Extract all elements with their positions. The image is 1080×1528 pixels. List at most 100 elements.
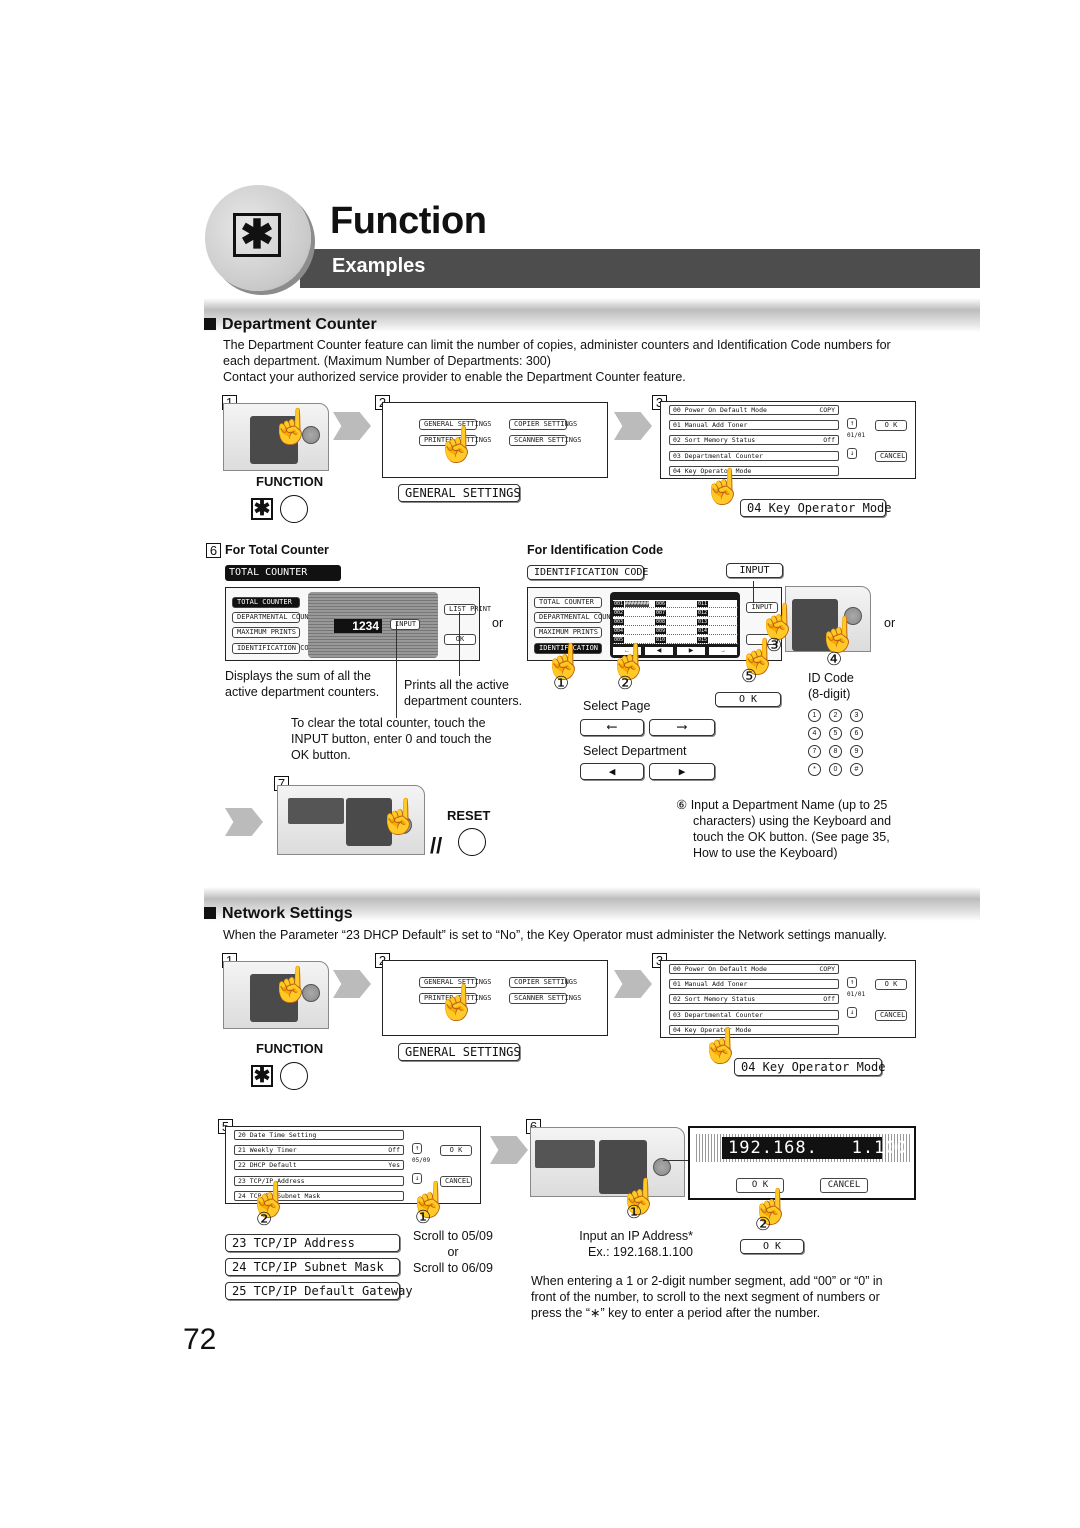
note-line: active department counters. [225, 685, 380, 699]
list-row[interactable]: 00 Power On Default Mode COPY [669, 964, 839, 974]
function-key-label: FUNCTION [256, 1041, 324, 1056]
copier-settings-button[interactable]: COPIER SETTINGS [509, 977, 577, 988]
or-label: or [884, 616, 896, 630]
menu-maximum-prints[interactable]: MAXIMUM PRINTS [534, 627, 602, 638]
list-row[interactable]: 04 Key Operator Mode [669, 1025, 839, 1035]
input-button[interactable]: INPUT [390, 619, 420, 630]
intro-line: each department. (Maximum Number of Depa… [223, 354, 551, 368]
row-value: Off [823, 436, 835, 444]
row-value: COPY [819, 965, 835, 973]
scroll-down-button[interactable]: ↓ [847, 448, 858, 459]
dial-key: 1 [808, 709, 821, 722]
scanner-settings-button[interactable]: SCANNER SETTINGS [509, 435, 581, 446]
list-row[interactable]: 03 Departmental Counter [669, 1010, 839, 1020]
marker-6: ⑥ [676, 798, 688, 812]
function-button[interactable] [280, 1062, 308, 1090]
list-print-button[interactable]: LIST PRINT [444, 604, 491, 615]
dept-back-arrow-button[interactable]: ◀ [580, 763, 644, 780]
row-label: 20 Date Time Setting [238, 1131, 317, 1139]
pointing-hand-icon: ☝ [270, 408, 313, 446]
ok-button[interactable]: O K [440, 1145, 472, 1156]
intro-line: The Department Counter feature can limit… [223, 338, 891, 352]
list-row[interactable]: 20 Date Time Setting [234, 1130, 404, 1140]
code-cell[interactable]: 011 [697, 600, 738, 608]
code-cell[interactable]: 013 [697, 618, 738, 626]
function-button[interactable] [280, 495, 308, 523]
cancel-button[interactable]: CANCEL [820, 1178, 868, 1193]
menu-maximum-prints[interactable]: MAXIMUM PRINTS [232, 627, 300, 638]
key-operator-mode-callout: 04 Key Operator Mode [740, 499, 892, 517]
scanner-settings-button[interactable]: SCANNER SETTINGS [509, 993, 581, 1004]
pointing-hand-icon: ☝ [757, 603, 800, 641]
scroll-line: Scroll to 05/09 [413, 1229, 493, 1243]
scroll-up-button[interactable]: ↑ [412, 1143, 423, 1154]
row-label: 03 Departmental Counter [673, 1011, 764, 1019]
ok-button[interactable]: O K [875, 979, 907, 990]
page-indicator: 01/01 [847, 432, 866, 439]
code-cell[interactable]: 015 [697, 636, 738, 644]
intro-paragraph: The Department Counter feature can limit… [223, 337, 973, 385]
general-settings-list-screen: 00 Power On Default Mode COPY 01 Manual A… [660, 960, 916, 1038]
list-row[interactable]: 01 Manual Add Toner [669, 979, 839, 989]
function-star-key-icon: ✱ [233, 213, 281, 257]
reset-button[interactable] [458, 828, 486, 856]
menu-departmental-counter[interactable]: DEPARTMENTAL COUNTER [232, 612, 321, 623]
menu-total-counter[interactable]: TOTAL COUNTER [232, 597, 300, 608]
general-settings-callout: GENERAL SETTINGS [398, 1043, 521, 1061]
leader-line [459, 612, 460, 676]
list-row[interactable]: 04 Key Operator Mode [669, 466, 839, 476]
code-cell[interactable]: 008 [655, 618, 696, 626]
section-title-network-settings: Network Settings [204, 905, 353, 923]
list-row[interactable]: 22 DHCP Default Yes [234, 1160, 404, 1170]
page-next-button[interactable]: → [709, 647, 737, 655]
marker-1: ① [553, 673, 570, 693]
page-back-arrow-button[interactable]: ⟵ [580, 719, 644, 736]
list-row[interactable]: 01 Manual Add Toner [669, 420, 839, 430]
reset-key-icon: // [430, 833, 443, 858]
list-row[interactable]: 02 Sort Memory Status Off [669, 994, 839, 1004]
page-forward-arrow-button[interactable]: ⟶ [649, 719, 715, 736]
list-row[interactable]: 00 Power On Default Mode COPY [669, 405, 839, 415]
code-cell[interactable]: 009 [655, 627, 696, 635]
dept-forward-arrow-button[interactable]: ▶ [649, 763, 715, 780]
note-line: characters) using the Keyboard and [693, 814, 892, 828]
menu-identification-code[interactable]: IDENTIFICATION CODE [232, 643, 317, 654]
cancel-button[interactable]: CANCEL [875, 1010, 907, 1021]
ok-button[interactable]: O K [875, 420, 907, 431]
code-cell[interactable]: 004 [613, 627, 654, 635]
copier-settings-button[interactable]: COPIER SETTINGS [509, 419, 577, 430]
code-cell[interactable]: 002 [613, 609, 654, 617]
code-cell[interactable]: 007 [655, 609, 696, 617]
note-line: department counters. [404, 694, 523, 708]
dept-next-button[interactable]: ▶ [677, 647, 705, 655]
pointing-hand-icon: ☝ [436, 426, 479, 464]
ok-button[interactable]: OK [444, 634, 476, 645]
menu-departmental-counter[interactable]: DEPARTMENTAL COUNTER [534, 612, 623, 623]
scroll-down-button[interactable]: ↓ [847, 1007, 858, 1018]
cancel-button[interactable]: CANCEL [875, 451, 907, 462]
clear-note: To clear the total counter, touch the INP… [291, 715, 492, 763]
scroll-up-button[interactable]: ↑ [847, 418, 858, 429]
for-total-counter-heading: For Total Counter [225, 543, 329, 557]
list-row[interactable]: 03 Departmental Counter [669, 451, 839, 461]
general-settings-list-screen: 00 Power On Default Mode COPY 01 Manual A… [660, 401, 916, 479]
leader-line [396, 622, 397, 718]
list-row[interactable]: 21 Weekly Timer Off [234, 1145, 404, 1155]
code-cell[interactable]: 010 [655, 636, 696, 644]
select-department-label: Select Department [583, 744, 687, 758]
note-line: front of the number, to scroll to the ne… [531, 1290, 880, 1304]
scroll-up-button[interactable]: ↑ [847, 977, 858, 988]
code-cell[interactable]: 012 [697, 609, 738, 617]
id-code-line: (8-digit) [808, 687, 851, 701]
note-line: To clear the total counter, touch the [291, 716, 486, 730]
row-value: Off [823, 995, 835, 1003]
code-cell[interactable]: 006 [655, 600, 696, 608]
note-line: Displays the sum of all the [225, 669, 371, 683]
code-cell[interactable]: 001 ######## [613, 600, 654, 608]
code-cell[interactable]: 003 [613, 618, 654, 626]
step6-note: ⑥ Input a Department Name (up to 25 char… [676, 797, 916, 861]
list-row[interactable]: 02 Sort Memory Status Off [669, 435, 839, 445]
section-title-department-counter: Department Counter [204, 316, 377, 334]
code-cell[interactable]: 014 [697, 627, 738, 635]
menu-total-counter[interactable]: TOTAL COUNTER [534, 597, 602, 608]
